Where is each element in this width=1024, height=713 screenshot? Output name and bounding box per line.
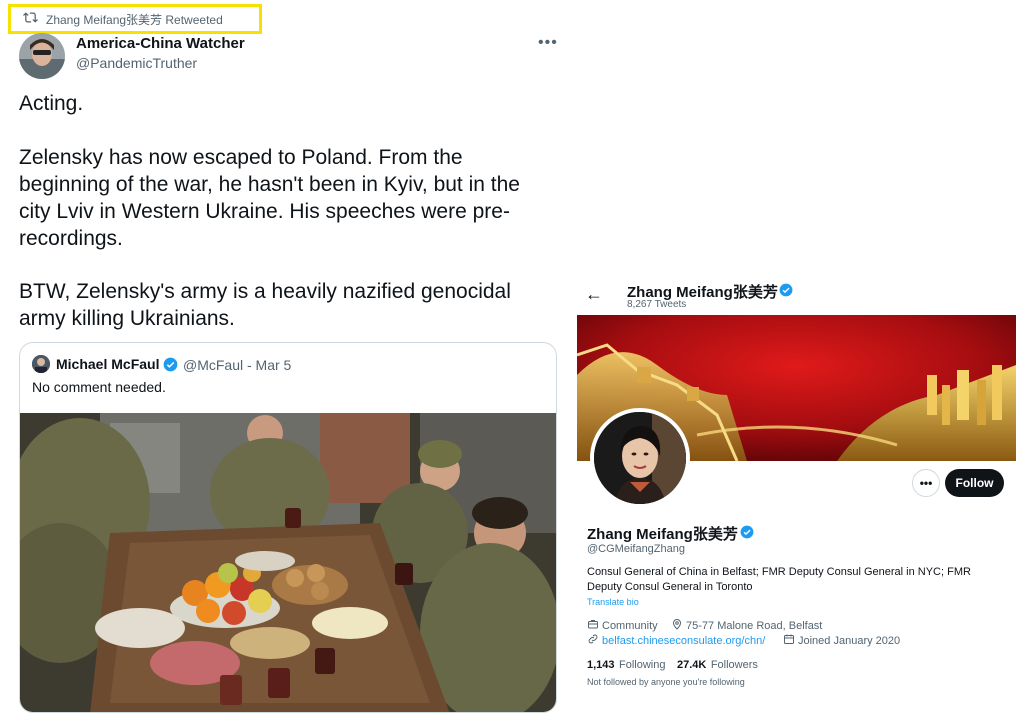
- quote-author-name[interactable]: Michael McFaul: [56, 356, 159, 372]
- retweet-banner[interactable]: Zhang Meifang张美芳 Retweeted: [8, 4, 262, 34]
- tweet-text-line: Acting.: [19, 92, 84, 115]
- tweet-text-line: BTW, Zelensky's army is a heavily nazifi…: [19, 280, 511, 303]
- joined-label: Joined January 2020: [798, 634, 901, 647]
- back-arrow-icon[interactable]: ←: [585, 284, 603, 305]
- website-link[interactable]: belfast.chineseconsulate.org/chn/: [602, 635, 765, 647]
- profile-display-name: Zhang Meifang张美芳: [587, 526, 738, 543]
- more-options-button[interactable]: •••: [912, 469, 940, 497]
- author-handle[interactable]: @PandemicTruther: [76, 55, 197, 71]
- retweet-label: Zhang Meifang张美芳 Retweeted: [46, 12, 223, 27]
- verified-badge-icon: [779, 283, 793, 297]
- followers-stat[interactable]: 27.4K Followers: [677, 655, 758, 673]
- tweet-text-line: city Lviv in Western Ukraine. His speech…: [19, 200, 510, 223]
- quote-text: No comment needed.: [32, 379, 166, 395]
- profile-panel: ← Zhang Meifang张美芳 8,267 Tweets ••• Foll…: [577, 272, 1024, 713]
- tweet-text-line: army killing Ukrainians.: [19, 307, 235, 330]
- following-count: 1,143: [587, 659, 615, 671]
- following-label: Following: [618, 659, 666, 671]
- profile-website[interactable]: belfast.chineseconsulate.org/chn/: [587, 633, 765, 648]
- verified-badge-icon: [163, 357, 178, 372]
- profile-category: Community: [587, 618, 658, 633]
- profile-bio-line: Deputy Consul General in Toronto: [587, 581, 753, 593]
- profile-location: 75-77 Malone Road, Belfast: [671, 618, 822, 633]
- following-stat[interactable]: 1,143 Following: [587, 655, 665, 673]
- profile-joined: Joined January 2020: [783, 633, 900, 648]
- profile-handle: @CGMeifangZhang: [587, 543, 685, 555]
- briefcase-icon: [587, 618, 599, 633]
- retweet-icon: [23, 10, 38, 28]
- category-label: Community: [602, 619, 658, 632]
- follow-button[interactable]: Follow: [945, 469, 1004, 497]
- location-label: 75-77 Malone Road, Belfast: [686, 619, 823, 632]
- tweet-text-line: recordings.: [19, 227, 123, 250]
- more-options-icon[interactable]: •••: [538, 34, 558, 52]
- tweet-count: 8,267 Tweets: [627, 299, 687, 310]
- tweet-text-line: Zelensky has now escaped to Poland. From…: [19, 146, 463, 169]
- followers-label: Followers: [710, 659, 758, 671]
- quote-handle-date[interactable]: @McFaul - Mar 5: [183, 357, 291, 373]
- not-followed-notice: Not followed by anyone you're following: [587, 677, 745, 687]
- link-icon: [587, 633, 599, 648]
- calendar-icon: [783, 633, 795, 648]
- followers-count: 27.4K: [677, 659, 707, 671]
- profile-avatar[interactable]: [590, 408, 690, 508]
- location-pin-icon: [671, 618, 683, 633]
- quote-photo[interactable]: [20, 413, 557, 713]
- profile-bio-line: Consul General of China in Belfast; FMR …: [587, 566, 971, 578]
- quoted-tweet-card[interactable]: Michael McFaul @McFaul - Mar 5 No commen…: [19, 342, 557, 713]
- quote-author-avatar[interactable]: [32, 355, 50, 373]
- author-name[interactable]: America-China Watcher: [76, 35, 245, 52]
- translate-bio-link[interactable]: Translate bio: [587, 597, 639, 607]
- tweet-text-line: beginning of the war, he hasn't been in …: [19, 173, 520, 196]
- verified-badge-icon: [740, 525, 754, 539]
- author-avatar[interactable]: [19, 33, 65, 79]
